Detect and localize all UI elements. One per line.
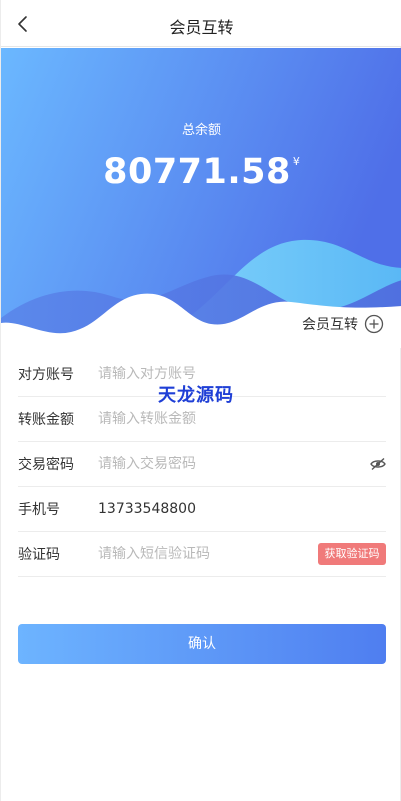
eye-hidden-icon[interactable] xyxy=(370,457,386,471)
balance-hero: 总余额 80771.58 ¥ xyxy=(1,48,401,348)
form-row-code: 验证码 获取验证码 xyxy=(18,532,386,577)
code-label: 验证码 xyxy=(18,547,60,563)
password-label: 交易密码 xyxy=(18,457,74,473)
balance-row: 80771.58 ¥ xyxy=(1,152,401,192)
amount-label: 转账金额 xyxy=(18,412,74,428)
plus-circle-icon xyxy=(364,314,384,334)
password-input[interactable] xyxy=(98,456,386,472)
phone-label: 手机号 xyxy=(18,502,60,518)
member-transfer-label: 会员互转 xyxy=(302,317,358,333)
account-label: 对方账号 xyxy=(18,367,74,383)
nav-bar: 会员互转 xyxy=(1,0,401,47)
get-code-button[interactable]: 获取验证码 xyxy=(318,543,386,565)
currency-symbol: ¥ xyxy=(292,155,300,168)
hero-background xyxy=(1,48,401,348)
amount-input[interactable] xyxy=(98,411,386,427)
page: 会员互转 总余额 80771.58 ¥ 会员互转 对方账号 请输入对方账号 转账… xyxy=(0,0,401,801)
account-input[interactable] xyxy=(98,366,386,382)
member-transfer-link[interactable]: 会员互转 xyxy=(302,313,384,335)
form-row-phone: 手机号 13733548800 xyxy=(18,487,386,532)
balance-label: 总余额 xyxy=(181,123,221,138)
page-title: 会员互转 xyxy=(169,18,234,37)
form-row-password: 交易密码 xyxy=(18,442,386,487)
watermark: 天龙源码 xyxy=(158,385,234,406)
phone-value: 13733548800 xyxy=(98,501,196,517)
confirm-button[interactable]: 确认 xyxy=(18,624,386,664)
balance-value: 80771.58 xyxy=(103,152,291,192)
